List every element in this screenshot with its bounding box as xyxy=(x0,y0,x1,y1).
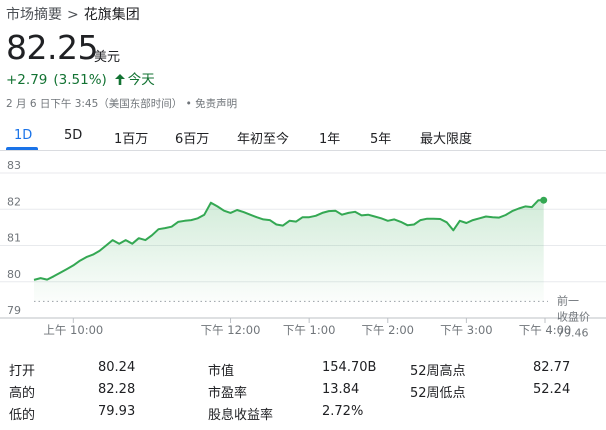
stat-label-low: 低的 xyxy=(9,408,36,423)
previous-close-label: 前一 xyxy=(557,293,579,307)
currency-label: 美元 xyxy=(94,50,121,65)
stat-value-52w-high: 82.77 xyxy=(533,360,571,375)
stat-value-pe-ratio: 13.84 xyxy=(322,382,360,397)
last-price-dot xyxy=(540,196,548,204)
y-tick-label: 81 xyxy=(7,232,21,245)
tab-ytd[interactable]: 年初至今 xyxy=(237,128,289,147)
stat-label-52w-low: 52周低点 xyxy=(410,386,466,401)
x-tick-label: 下午 3:00 xyxy=(440,323,492,337)
y-tick-label: 79 xyxy=(7,304,21,317)
price-area xyxy=(34,200,544,302)
x-tick-label: 下午 1:00 xyxy=(283,323,335,337)
breadcrumb-separator: > xyxy=(67,7,79,23)
stat-value-low: 79.93 xyxy=(98,404,136,419)
tab-max[interactable]: 最大限度 xyxy=(420,128,472,147)
change-percent: (3.51%) xyxy=(53,72,107,88)
stat-value-open: 80.24 xyxy=(98,360,136,375)
tab-6m[interactable]: 6百万 xyxy=(175,128,209,147)
tab-5d[interactable]: 5D xyxy=(64,128,82,143)
price-chart[interactable]: 83 82 81 80 79 上午 10:00 下午 12:00 下午 1:00 下午 2:00… xyxy=(0,152,606,348)
stat-label-52w-high: 52周高点 xyxy=(410,364,466,379)
y-tick-label: 80 xyxy=(7,268,21,281)
stat-label-open: 打开 xyxy=(9,364,36,379)
stat-value-dividend-yield: 2.72% xyxy=(322,404,364,419)
stat-label-dividend-yield: 股息收益率 xyxy=(208,408,274,423)
tab-divider xyxy=(0,150,606,151)
arrow-up-icon xyxy=(114,72,125,88)
x-tick-label: 下午 12:00 xyxy=(201,323,261,337)
change-amount: +2.79 xyxy=(6,72,48,88)
change-period: 今天 xyxy=(127,72,155,88)
stat-value-high: 82.28 xyxy=(98,382,136,397)
breadcrumb: 市场摘要 > 花旗集团 xyxy=(6,4,140,24)
previous-close-label: 收盘价 xyxy=(557,309,590,323)
tab-5y[interactable]: 5年 xyxy=(370,128,391,147)
stat-label-market-cap: 市值 xyxy=(208,364,235,379)
x-tick-label: 上午 10:00 xyxy=(43,323,103,337)
tab-1m[interactable]: 1百万 xyxy=(114,128,148,147)
stat-label-pe-ratio: 市盈率 xyxy=(208,386,248,401)
quote-timestamp: 2 月 6 日下午 3:45（美国东部时间） xyxy=(6,98,183,110)
stat-value-market-cap: 154.70B xyxy=(322,360,377,375)
x-tick-label: 下午 2:00 xyxy=(362,323,414,337)
stock-price: 82.25 xyxy=(6,28,98,67)
breadcrumb-company: 花旗集团 xyxy=(83,7,140,23)
stat-value-52w-low: 52.24 xyxy=(533,382,571,397)
tab-1d[interactable]: 1D xyxy=(14,128,32,143)
y-tick-label: 83 xyxy=(7,159,21,172)
stat-label-high: 高的 xyxy=(9,386,36,401)
disclaimer-link[interactable]: • 免责声明 xyxy=(186,98,238,110)
quote-meta: 2 月 6 日下午 3:45（美国东部时间） • 免责声明 xyxy=(6,96,237,111)
previous-close-value: 79.46 xyxy=(557,326,589,339)
breadcrumb-parent-link[interactable]: 市场摘要 xyxy=(6,7,62,23)
tab-1y[interactable]: 1年 xyxy=(319,128,340,147)
y-tick-label: 82 xyxy=(7,195,21,208)
price-change: +2.79 (3.51%) 今天 xyxy=(6,68,155,88)
